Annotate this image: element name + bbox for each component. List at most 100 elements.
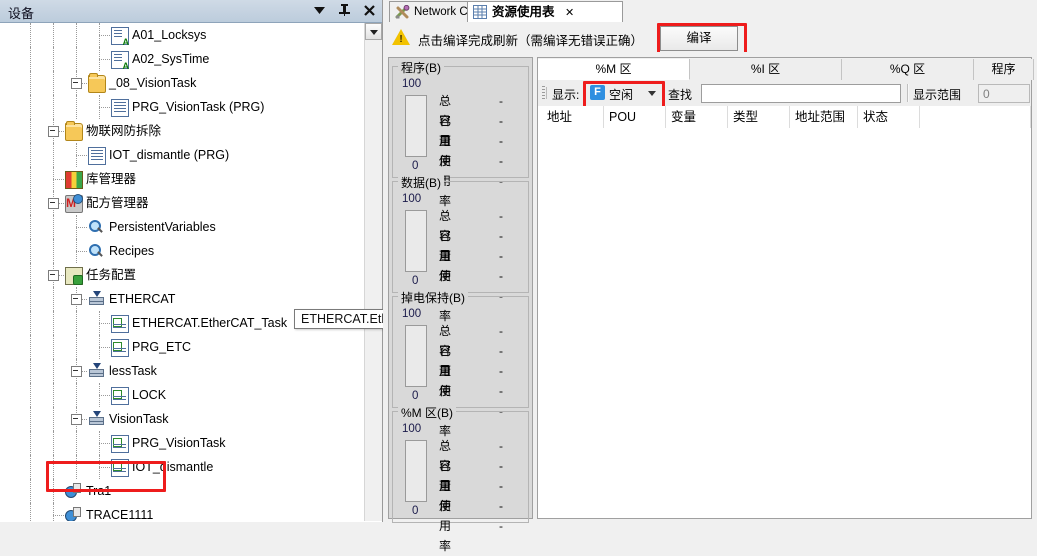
tree-item-label: PersistentVariables <box>109 220 216 234</box>
usage-gauge <box>405 95 427 157</box>
tree-expander-icon[interactable] <box>48 126 59 137</box>
tree-item[interactable]: LOCK <box>1 383 365 407</box>
device-tree[interactable]: A01_Locksys A02_SysTime _08_VisionTask PRG_… <box>1 23 365 521</box>
tree-expander-icon[interactable] <box>71 294 82 305</box>
tree-item[interactable]: TRACE1111 <box>1 503 365 521</box>
tree-item[interactable]: VisionTask <box>1 407 365 431</box>
chevron-down-icon[interactable] <box>648 91 656 96</box>
device-panel-title-buttons <box>312 2 376 18</box>
tree-item[interactable]: IOT_dismantle <box>1 455 365 479</box>
gauge-min-label: 0 <box>412 390 419 402</box>
grid-column-header[interactable]: 变量 <box>666 106 728 128</box>
tab-resource-table[interactable]: 资源使用表 ✕ <box>467 1 623 22</box>
area-tab[interactable]: %M 区 <box>538 59 690 80</box>
doc-icon <box>111 99 129 117</box>
grid-column-header[interactable]: POU <box>604 106 666 128</box>
tree-item[interactable]: PRG_VisionTask <box>1 431 365 455</box>
doc-a-icon <box>111 27 129 47</box>
scrollbar-down-button[interactable] <box>365 23 382 40</box>
prg-icon <box>111 459 129 477</box>
usage-gauge <box>405 440 427 502</box>
range-input[interactable]: 0 <box>978 84 1030 103</box>
device-tree-scrollbar[interactable] <box>364 23 382 521</box>
mag-icon <box>88 243 104 259</box>
taskcfg-icon <box>65 267 83 285</box>
area-tab[interactable]: 程序 <box>974 59 1034 80</box>
grid-column-header[interactable]: 类型 <box>728 106 790 128</box>
memory-usage-column: 程序(B) 100 0 总容量 -- 已用 -- 可用 -- 使用率 -- 数据(B) 100 0 总容量 -… <box>388 57 533 553</box>
filter-badge-icon: F <box>590 85 605 100</box>
pin-icon[interactable] <box>337 2 351 18</box>
compile-button[interactable]: 编译 <box>660 26 738 51</box>
folder-icon <box>88 73 106 93</box>
tree-item[interactable]: PRG_ETC <box>1 335 365 359</box>
prg-icon <box>111 315 129 333</box>
tab-close-icon[interactable]: ✕ <box>565 7 574 19</box>
tree-item[interactable]: lessTask <box>1 359 365 383</box>
area-tab[interactable]: %I 区 <box>690 59 842 80</box>
folder-icon <box>65 121 83 141</box>
grid-column-header[interactable]: 地址范围 <box>790 106 858 128</box>
tree-item-label: IOT_dismantle (PRG) <box>109 148 230 162</box>
tree-item[interactable]: A01_Locksys <box>1 23 365 47</box>
memory-group: 数据(B)1000总容量--已用--可用--使用率-- <box>392 174 529 323</box>
editor-content: 程序(B) 100 0 总容量 -- 已用 -- 可用 -- 使用率 -- 数据(B) 100 0 总容量 -… <box>383 52 1037 553</box>
prg-icon <box>111 387 129 405</box>
tree-item[interactable]: IOT_dismantle (PRG) <box>1 143 365 167</box>
lib-icon <box>65 171 83 189</box>
tree-item-label: A02_SysTime <box>132 52 210 66</box>
tree-item[interactable]: Recipes <box>1 239 365 263</box>
table-icon <box>473 5 487 19</box>
tree-item-label: Recipes <box>109 244 155 258</box>
tree-expander-icon[interactable] <box>71 366 82 377</box>
tree-item[interactable]: 任务配置 <box>1 263 365 287</box>
gauge-max-label: 100 <box>402 308 422 320</box>
device-panel-titlebar: 设备 <box>0 0 382 23</box>
tree-item[interactable]: PersistentVariables <box>1 215 365 239</box>
filter-value[interactable]: 空闲 <box>609 86 633 103</box>
grid-column-header[interactable]: 地址 <box>542 106 604 128</box>
tree-expander-icon[interactable] <box>71 414 82 425</box>
chevron-down-icon[interactable] <box>312 2 326 18</box>
toolbar-grip[interactable] <box>542 86 545 100</box>
tree-expander-icon[interactable] <box>71 78 82 89</box>
tree-expander-icon[interactable] <box>48 198 59 209</box>
range-label: 显示范围 <box>913 88 962 102</box>
gauge-min-label: 0 <box>412 160 419 172</box>
tree-item-label: TRACE1111 <box>86 508 154 521</box>
prg-icon <box>111 435 129 453</box>
grid-column-header[interactable]: 状态 <box>858 106 920 128</box>
editor-area: Network Configuration 资源使用表 ✕ ! 点击编译完成刷新… <box>383 0 1037 553</box>
tree-item[interactable]: PRG_VisionTask (PRG) <box>1 95 365 119</box>
find-input[interactable] <box>701 84 901 103</box>
grid-body[interactable] <box>538 128 1031 518</box>
tree-item[interactable]: A02_SysTime <box>1 47 365 71</box>
warning-icon: ! <box>392 29 410 45</box>
close-icon[interactable] <box>362 2 376 18</box>
gauge-min-label: 0 <box>412 505 419 517</box>
gauge-max-label: 100 <box>402 193 422 205</box>
tree-item[interactable]: 物联网防拆除 <box>1 119 365 143</box>
area-tab[interactable]: %Q 区 <box>842 59 974 80</box>
area-tabs: %M 区 %I 区 %Q 区程序 <box>538 58 1034 81</box>
tree-item[interactable]: Tra1 <box>1 479 365 503</box>
tree-item-label: Tra1 <box>86 484 112 498</box>
compile-banner: ! 点击编译完成刷新（需编译无错误正确） 编译 <box>383 22 1037 58</box>
memory-group-title: 掉电保持(B) <box>398 289 468 306</box>
tree-item[interactable]: 配方管理器 <box>1 191 365 215</box>
memory-stat-value: -- <box>499 499 503 533</box>
memory-group: 程序(B) 100 0 总容量 -- 已用 -- 可用 -- 使用率 -- <box>392 59 529 208</box>
tree-expander-icon[interactable] <box>48 270 59 281</box>
tree-item-label: lessTask <box>109 364 157 378</box>
tree-item-label: ETHERCAT.EtherCAT_Task <box>132 316 288 330</box>
doc-icon <box>88 147 106 165</box>
editor-tabstrip: Network Configuration 资源使用表 ✕ <box>383 0 1037 23</box>
doc-a-icon <box>111 51 129 71</box>
tree-item-label: PRG_ETC <box>132 340 192 354</box>
tree-item[interactable]: _08_VisionTask <box>1 71 365 95</box>
tree-item[interactable]: ETHERCAT <box>1 287 365 311</box>
find-label: 查找 <box>668 88 693 102</box>
memory-stat-key: 使用率 <box>439 499 452 553</box>
tree-item[interactable]: 库管理器 <box>1 167 365 191</box>
tab-label: 资源使用表 <box>492 5 555 19</box>
